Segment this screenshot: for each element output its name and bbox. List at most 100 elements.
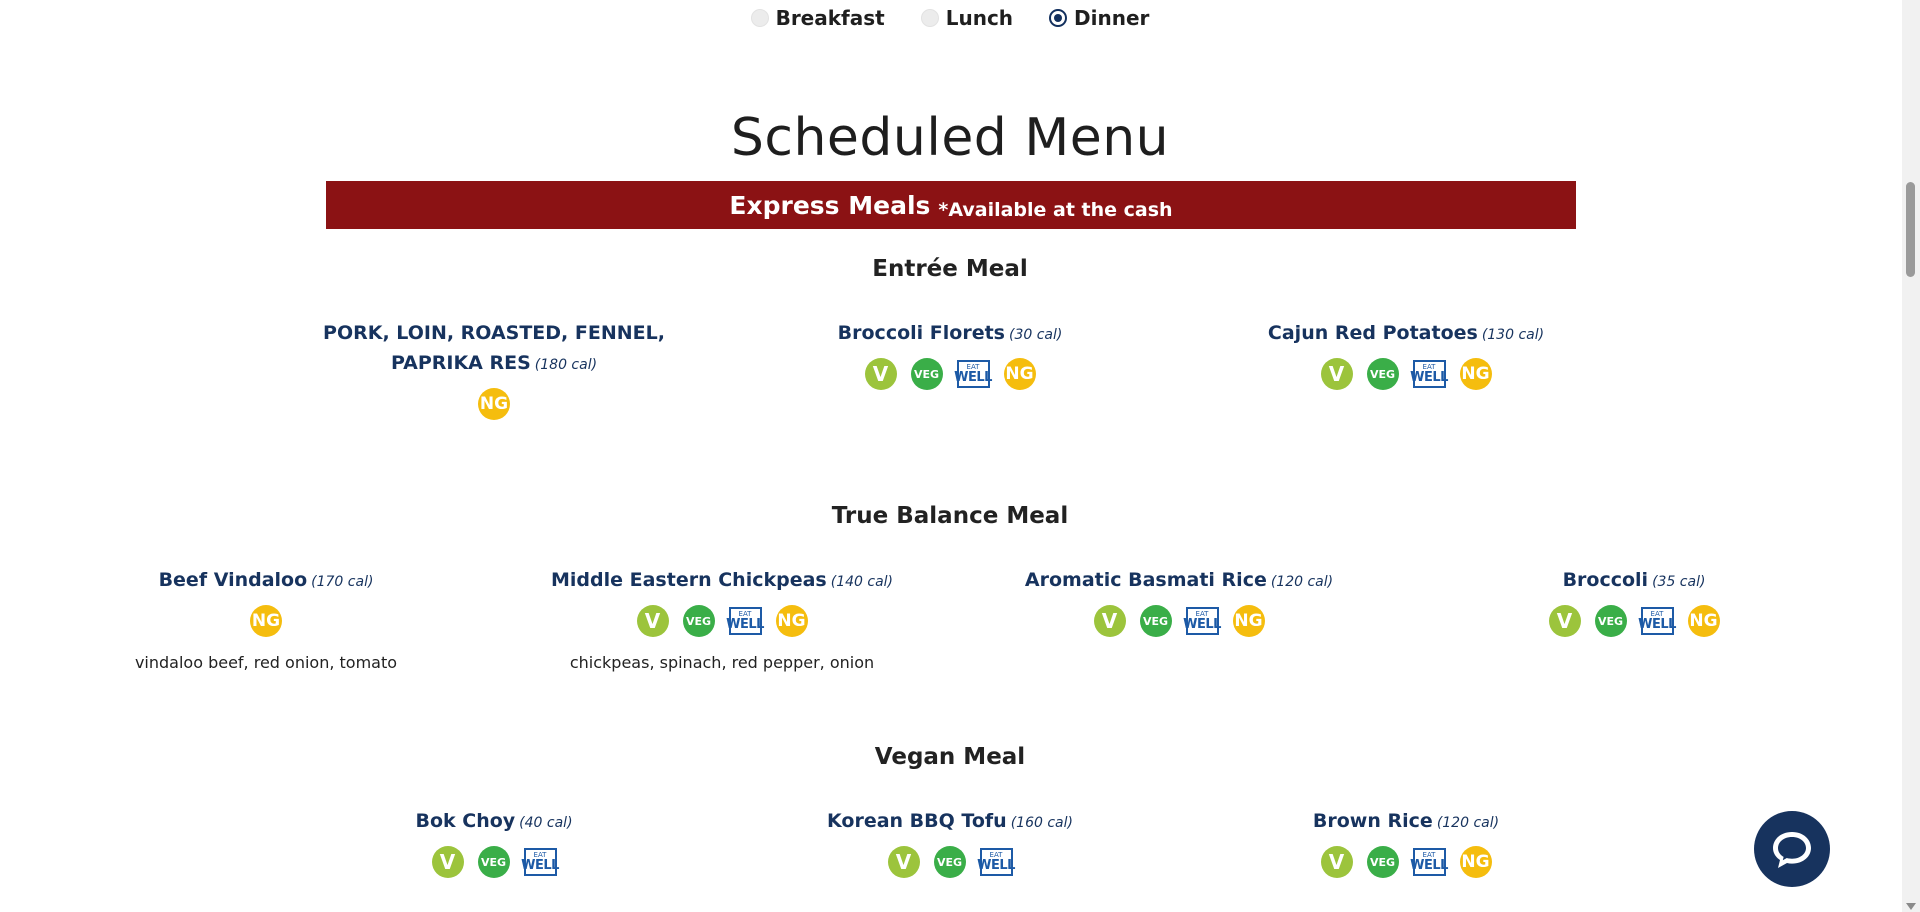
- no-gluten-icon[interactable]: NG: [1003, 358, 1036, 390]
- eat-well-icon[interactable]: EAT WELL: [954, 360, 992, 388]
- period-label: Lunch: [945, 6, 1014, 30]
- eat-well-icon[interactable]: EAT WELL: [1410, 848, 1448, 876]
- menu-item-calories: (170 cal): [311, 574, 374, 590]
- vegan-icon[interactable]: V: [431, 846, 464, 878]
- period-lunch[interactable]: Lunch: [920, 4, 1014, 32]
- menu-item-name[interactable]: Aromatic Basmati Rice: [1025, 569, 1267, 591]
- menu-item-name-line: Brown Rice (120 cal): [1256, 806, 1556, 838]
- vegetarian-icon[interactable]: VEG: [1366, 846, 1399, 878]
- radio-lunch[interactable]: [920, 9, 939, 27]
- menu-item-name[interactable]: Middle Eastern Chickpeas: [551, 569, 827, 591]
- no-gluten-icon[interactable]: NG: [250, 605, 282, 637]
- period-label: Breakfast: [775, 6, 885, 30]
- menu-item[interactable]: Broccoli (35 cal) V VEG EAT WELL NG: [1499, 565, 1769, 637]
- dietary-badges: V VEG EAT WELL NG: [542, 605, 902, 637]
- menu-item-ingredients: chickpeas, spinach, red pepper, onion: [569, 653, 875, 672]
- eat-well-icon[interactable]: EAT WELL: [726, 607, 764, 635]
- dietary-badges: V VEG EAT WELL: [344, 846, 644, 878]
- vegan-icon[interactable]: V: [1320, 846, 1353, 878]
- vegetarian-icon[interactable]: VEG: [477, 846, 510, 878]
- eat-well-icon[interactable]: EAT WELL: [1410, 360, 1448, 388]
- vegan-icon[interactable]: V: [864, 358, 897, 390]
- menu-item-calories: (140 cal): [830, 574, 893, 590]
- section-title-entree: Entrée Meal: [872, 256, 1028, 282]
- dietary-badges: V VEG EAT WELL NG: [1499, 605, 1769, 637]
- menu-item[interactable]: Broccoli Florets (30 cal) V VEG EAT WELL NG: [775, 318, 1125, 390]
- dietary-badges: V VEG EAT WELL NG: [1231, 358, 1581, 390]
- period-dinner[interactable]: Dinner: [1049, 4, 1149, 32]
- menu-item-name[interactable]: Broccoli Florets: [838, 322, 1005, 344]
- vegan-icon[interactable]: V: [887, 846, 920, 878]
- eat-well-icon-bottom: WELL: [726, 617, 764, 632]
- chat-button[interactable]: [1754, 811, 1830, 887]
- menu-item-name[interactable]: Beef Vindaloo: [159, 569, 308, 591]
- eat-well-icon[interactable]: EAT WELL: [1183, 607, 1221, 635]
- no-gluten-icon[interactable]: NG: [1687, 605, 1720, 637]
- eat-well-icon[interactable]: EAT WELL: [521, 848, 559, 876]
- menu-item[interactable]: Beef Vindaloo (170 cal) NG vindaloo beef, r…: [106, 565, 426, 672]
- vegetarian-icon[interactable]: VEG: [682, 605, 715, 637]
- menu-item[interactable]: PORK, LOIN, ROASTED, FENNEL, PAPRIKA RES…: [279, 318, 709, 420]
- menu-item-calories: (35 cal): [1652, 574, 1706, 590]
- section-title-true-balance: True Balance Meal: [831, 503, 1069, 529]
- eat-well-icon-bottom: WELL: [1410, 858, 1448, 873]
- menu-item[interactable]: Cajun Red Potatoes (130 cal) V VEG EAT WELL NG: [1231, 318, 1581, 390]
- menu-item-name[interactable]: Bok Choy: [415, 810, 515, 832]
- menu-item-name-line: Bok Choy (40 cal): [344, 806, 644, 838]
- menu-item[interactable]: Bok Choy (40 cal) V VEG EAT WELL: [344, 806, 644, 878]
- menu-item-name[interactable]: PORK, LOIN, ROASTED, FENNEL, PAPRIKA RES: [323, 322, 665, 374]
- menu-item-calories: (30 cal): [1008, 327, 1063, 343]
- menu-item-name[interactable]: Cajun Red Potatoes: [1268, 322, 1478, 344]
- no-gluten-icon[interactable]: NG: [1459, 846, 1492, 878]
- scrollbar-thumb[interactable]: [1906, 182, 1915, 277]
- menu-item[interactable]: Korean BBQ Tofu (160 cal) V VEG EAT WELL: [800, 806, 1100, 878]
- dietary-badges: V VEG EAT WELL NG: [1004, 605, 1354, 637]
- menu-item-calories: (120 cal): [1270, 574, 1334, 590]
- scroll-down-arrow-icon[interactable]: [1906, 903, 1916, 910]
- menu-item-name-line: Aromatic Basmati Rice (120 cal): [1004, 565, 1354, 597]
- vegetarian-icon[interactable]: VEG: [1139, 605, 1172, 637]
- no-gluten-icon[interactable]: NG: [775, 605, 808, 637]
- menu-item-ingredients: vindaloo beef, red onion, tomato: [134, 653, 398, 672]
- banner-note: *Available at the cash: [938, 199, 1173, 221]
- vegetarian-icon[interactable]: VEG: [933, 846, 966, 878]
- period-breakfast[interactable]: Breakfast: [750, 4, 885, 32]
- meal-period-selector: Breakfast Lunch Dinner: [0, 0, 1900, 32]
- radio-breakfast[interactable]: [750, 9, 769, 27]
- eat-well-icon-bottom: WELL: [1410, 370, 1448, 385]
- menu-item-calories: (160 cal): [1010, 815, 1073, 831]
- menu-item-name[interactable]: Korean BBQ Tofu: [827, 810, 1007, 832]
- vegetarian-icon[interactable]: VEG: [1594, 605, 1627, 637]
- menu-item-calories: (180 cal): [534, 357, 598, 373]
- dietary-badges: V VEG EAT WELL: [800, 846, 1100, 878]
- menu-item-name-line: Broccoli Florets (30 cal): [775, 318, 1125, 350]
- eat-well-icon-bottom: WELL: [977, 858, 1015, 873]
- eat-well-icon[interactable]: EAT WELL: [1638, 607, 1676, 635]
- page-scrollbar[interactable]: [1902, 0, 1920, 912]
- menu-item-calories: (120 cal): [1436, 815, 1500, 831]
- menu-item-name-line: Broccoli (35 cal): [1499, 565, 1769, 597]
- no-gluten-icon[interactable]: NG: [1232, 605, 1265, 637]
- dietary-badges: NG: [279, 388, 709, 420]
- menu-item[interactable]: Brown Rice (120 cal) V VEG EAT WELL NG: [1256, 806, 1556, 878]
- eat-well-icon[interactable]: EAT WELL: [977, 848, 1015, 876]
- vegan-icon[interactable]: V: [1320, 358, 1353, 390]
- dietary-badges: V VEG EAT WELL NG: [1256, 846, 1556, 878]
- menu-item-calories: (130 cal): [1481, 327, 1545, 343]
- eat-well-icon-bottom: WELL: [1638, 617, 1676, 632]
- vegan-icon[interactable]: V: [1093, 605, 1126, 637]
- vegetarian-icon[interactable]: VEG: [910, 358, 943, 390]
- chat-bubble-icon: [1773, 832, 1811, 868]
- vegetarian-icon[interactable]: VEG: [1366, 358, 1399, 390]
- menu-item-name[interactable]: Brown Rice: [1313, 810, 1433, 832]
- radio-dinner[interactable]: [1049, 9, 1068, 27]
- menu-item-name-line: PORK, LOIN, ROASTED, FENNEL, PAPRIKA RES…: [279, 318, 709, 380]
- menu-item[interactable]: Middle Eastern Chickpeas (140 cal) V VEG EAT…: [542, 565, 902, 672]
- period-label: Dinner: [1074, 6, 1150, 30]
- no-gluten-icon[interactable]: NG: [478, 388, 510, 420]
- vegan-icon[interactable]: V: [636, 605, 669, 637]
- menu-item[interactable]: Aromatic Basmati Rice (120 cal) V VEG EAT WEL…: [1004, 565, 1354, 637]
- vegan-icon[interactable]: V: [1548, 605, 1581, 637]
- menu-item-name[interactable]: Broccoli: [1563, 569, 1649, 591]
- no-gluten-icon[interactable]: NG: [1459, 358, 1492, 390]
